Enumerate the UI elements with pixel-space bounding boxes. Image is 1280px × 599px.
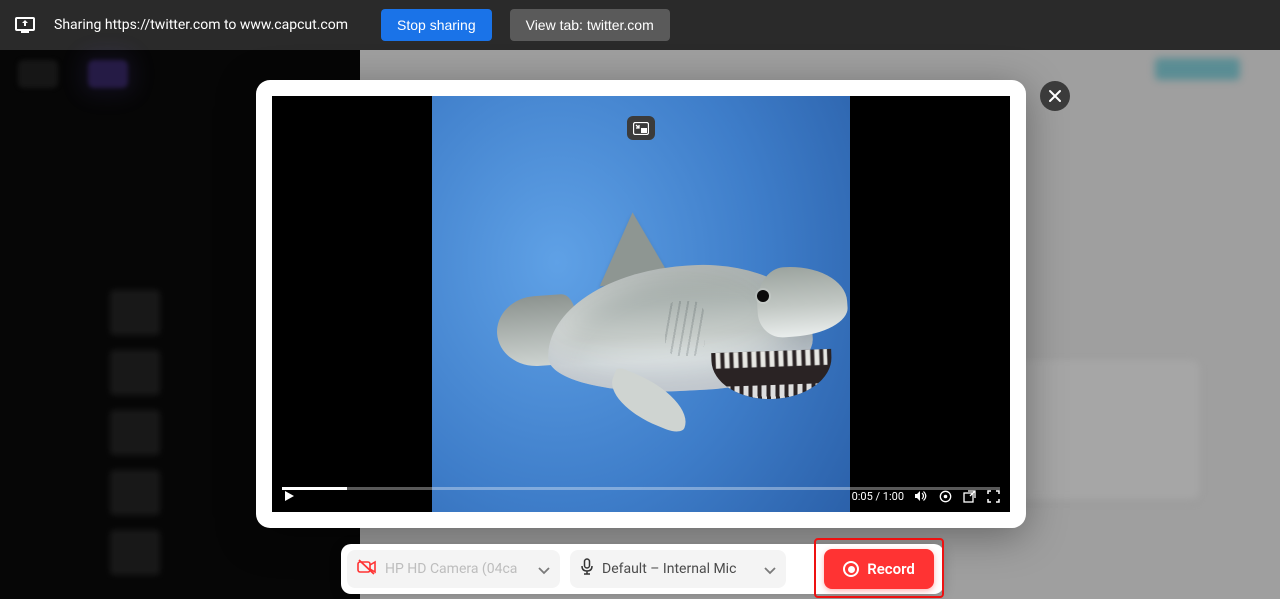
picture-in-picture-button[interactable]	[627, 116, 655, 140]
share-status-text: Sharing https://twitter.com to www.capcu…	[54, 17, 348, 33]
camera-off-icon	[357, 559, 377, 579]
video-subject	[457, 206, 857, 466]
chevron-down-icon	[538, 560, 550, 579]
recording-preview-modal: 0:05 / 1:00	[256, 80, 1026, 528]
record-button[interactable]: Record	[824, 549, 934, 589]
microphone-icon	[580, 558, 594, 580]
microphone-select[interactable]: Default – Internal Mic	[570, 550, 786, 588]
record-icon	[843, 561, 859, 577]
play-icon[interactable]	[282, 489, 296, 503]
video-frame[interactable]: 0:05 / 1:00	[272, 96, 1010, 512]
camera-label: HP HD Camera (04ca	[385, 561, 530, 577]
share-bar: Sharing https://twitter.com to www.capcu…	[0, 0, 1280, 50]
stop-sharing-button[interactable]: Stop sharing	[381, 9, 492, 41]
settings-icon[interactable]	[938, 489, 952, 503]
video-time-display: 0:05 / 1:00	[852, 490, 904, 503]
video-content	[432, 96, 850, 512]
video-controls: 0:05 / 1:00	[272, 480, 1010, 512]
volume-icon[interactable]	[914, 489, 928, 503]
screen-share-icon	[14, 16, 36, 34]
view-tab-button[interactable]: View tab: twitter.com	[510, 9, 670, 41]
microphone-label: Default – Internal Mic	[602, 561, 756, 577]
record-button-label: Record	[867, 560, 915, 578]
camera-select[interactable]: HP HD Camera (04ca	[347, 550, 560, 588]
chevron-down-icon	[764, 560, 776, 579]
fullscreen-icon[interactable]	[986, 489, 1000, 503]
popout-icon[interactable]	[962, 489, 976, 503]
close-modal-button[interactable]	[1040, 81, 1070, 111]
